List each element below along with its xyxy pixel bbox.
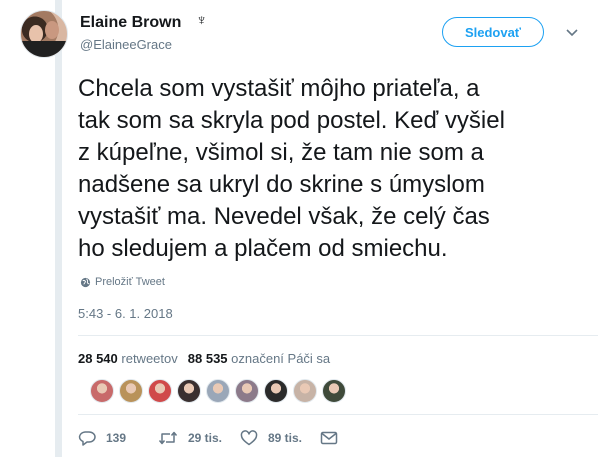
likes-count: 88 535 (187, 351, 228, 366)
translate-label: Preložiť Tweet (95, 276, 165, 288)
liker-avatar[interactable] (235, 379, 259, 403)
reply-count: 139 (106, 431, 127, 445)
tweet-text: Chcela som vystašiť môjho priateľa, a ta… (78, 75, 505, 262)
retweet-icon (158, 431, 178, 445)
liker-avatar[interactable] (119, 379, 143, 403)
liker-avatar[interactable] (264, 379, 288, 403)
retweets-count: 28 540 (78, 351, 118, 366)
author-avatar[interactable] (20, 10, 68, 58)
liker-avatar[interactable] (148, 379, 172, 403)
trident-icon: ♆ (196, 12, 208, 29)
like-button[interactable]: 89 tis. (240, 430, 320, 446)
likers-avatars (90, 379, 351, 403)
follow-button[interactable]: Sledovať (442, 17, 544, 47)
direct-message-button[interactable] (320, 431, 348, 445)
liker-avatar[interactable] (293, 379, 317, 403)
author-handle[interactable]: @ElaineeGrace (80, 37, 172, 52)
tweet-stats: 28 540 retweetov 88 535 označení Páči sa (78, 351, 330, 366)
liker-avatar[interactable] (177, 379, 201, 403)
retweets-stat[interactable]: 28 540 retweetov (78, 351, 178, 366)
divider (78, 335, 598, 336)
tweet-actions: 139 29 tis. 89 tis. (78, 428, 348, 448)
author-display-name[interactable]: Elaine Brown (80, 14, 181, 32)
envelope-icon (320, 431, 338, 445)
reply-icon (78, 431, 96, 446)
globe-icon (80, 277, 91, 287)
retweets-label: retweetov (121, 351, 178, 366)
likes-label: označení Páči sa (231, 351, 331, 366)
chevron-down-icon[interactable] (565, 28, 579, 38)
likes-stat[interactable]: 88 535 označení Páči sa (188, 351, 330, 366)
translate-tweet-link[interactable]: Preložiť Tweet (80, 276, 165, 288)
retweet-count: 29 tis. (188, 431, 223, 445)
thread-rail (55, 0, 62, 457)
like-count: 89 tis. (268, 431, 303, 445)
divider (78, 414, 598, 415)
liker-avatar[interactable] (322, 379, 346, 403)
retweet-button[interactable]: 29 tis. (158, 430, 240, 446)
liker-avatar[interactable] (90, 379, 114, 403)
heart-icon (240, 430, 258, 446)
reply-button[interactable]: 139 (78, 430, 158, 446)
tweet-timestamp[interactable]: 5:43 - 6. 1. 2018 (78, 306, 173, 321)
liker-avatar[interactable] (206, 379, 230, 403)
